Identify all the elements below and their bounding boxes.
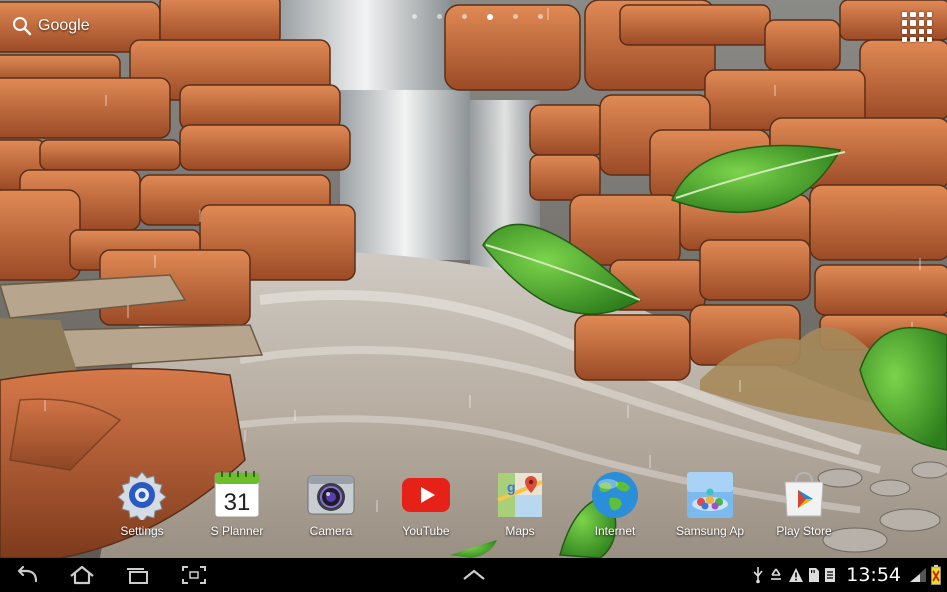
search-icon <box>13 17 32 36</box>
page-dot <box>412 14 417 19</box>
google-search-label: Google <box>38 17 90 34</box>
app-label: Samsung Ap <box>675 524 745 538</box>
home-dock: Settings 31 S Planner Camera YouTube g M… <box>0 470 947 542</box>
app-play-store[interactable]: Play Store <box>758 470 850 538</box>
settings-gear-icon <box>117 470 167 523</box>
app-label: Settings <box>120 524 164 538</box>
apps-drawer-icon[interactable] <box>902 12 932 42</box>
app-label: Play Store <box>776 524 832 538</box>
sd-card-icon <box>809 568 820 582</box>
app-label: YouTube <box>402 524 450 538</box>
app-samsung-apps[interactable]: Samsung Ap <box>664 470 756 538</box>
page-dot <box>513 14 518 19</box>
maps-pin-icon: g <box>495 470 545 520</box>
system-bar: 13:54 <box>0 558 947 592</box>
home-icon[interactable] <box>68 563 96 587</box>
samsung-apps-icon <box>685 470 735 520</box>
up-arrow-icon[interactable] <box>460 563 488 587</box>
recent-apps-icon[interactable] <box>124 563 152 587</box>
play-store-icon <box>779 470 829 520</box>
signal-icon <box>910 568 926 582</box>
app-youtube[interactable]: YouTube <box>380 470 472 538</box>
home-page-indicator <box>412 13 543 20</box>
status-area[interactable]: 13:54 <box>752 558 941 592</box>
app-label: Camera <box>309 524 353 538</box>
page-dot <box>437 14 442 19</box>
calendar-day: 31 <box>224 489 251 516</box>
youtube-play-icon <box>401 470 451 520</box>
battery-icon <box>931 565 941 585</box>
page-dot <box>538 14 543 19</box>
app-label: Internet <box>594 524 636 538</box>
usb-icon <box>753 567 763 584</box>
status-clock: 13:54 <box>846 564 901 586</box>
app-s-planner[interactable]: 31 S Planner <box>191 470 283 538</box>
warning-icon <box>789 568 804 582</box>
camera-icon <box>306 470 356 520</box>
page-dot <box>462 14 467 19</box>
app-label: Maps <box>505 524 535 538</box>
google-search-widget[interactable]: Google <box>12 12 90 40</box>
svg-text:g: g <box>507 479 516 495</box>
screenshot-icon[interactable] <box>180 563 208 587</box>
page-dot-active <box>487 13 493 20</box>
recycle-icon <box>771 568 782 580</box>
app-label: S Planner <box>210 524 264 538</box>
app-maps[interactable]: g Maps <box>474 470 566 538</box>
download-icon <box>825 568 836 582</box>
globe-icon <box>590 470 640 520</box>
app-settings[interactable]: Settings <box>96 470 188 538</box>
app-camera[interactable]: Camera <box>285 470 377 538</box>
app-internet[interactable]: Internet <box>569 470 661 538</box>
calendar-icon: 31 <box>212 470 262 520</box>
back-icon[interactable] <box>14 563 42 587</box>
